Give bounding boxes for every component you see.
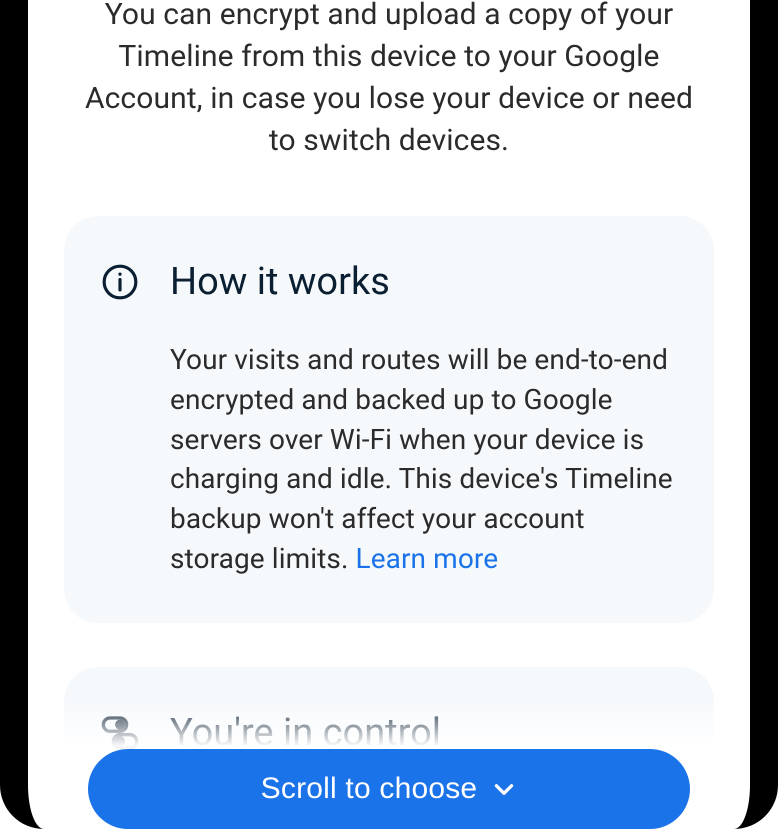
action-bar: Scroll to choose (56, 735, 722, 829)
learn-more-link[interactable]: Learn more (356, 542, 499, 575)
scroll-to-choose-label: Scroll to choose (261, 772, 478, 806)
chevron-down-icon (491, 776, 517, 802)
how-it-works-body: Your visits and routes will be end-to-en… (100, 340, 678, 579)
scroll-content: You can encrypt and upload a copy of you… (28, 0, 750, 829)
how-it-works-body-text: Your visits and routes will be end-to-en… (170, 343, 673, 575)
device-frame: You can encrypt and upload a copy of you… (0, 0, 778, 829)
how-it-works-card: How it works Your visits and routes will… (64, 216, 714, 623)
info-icon (100, 262, 140, 302)
scroll-to-choose-button[interactable]: Scroll to choose (88, 749, 690, 829)
how-it-works-header: How it works (100, 260, 678, 304)
intro-text: You can encrypt and upload a copy of you… (68, 0, 710, 162)
how-it-works-title: How it works (170, 260, 390, 304)
